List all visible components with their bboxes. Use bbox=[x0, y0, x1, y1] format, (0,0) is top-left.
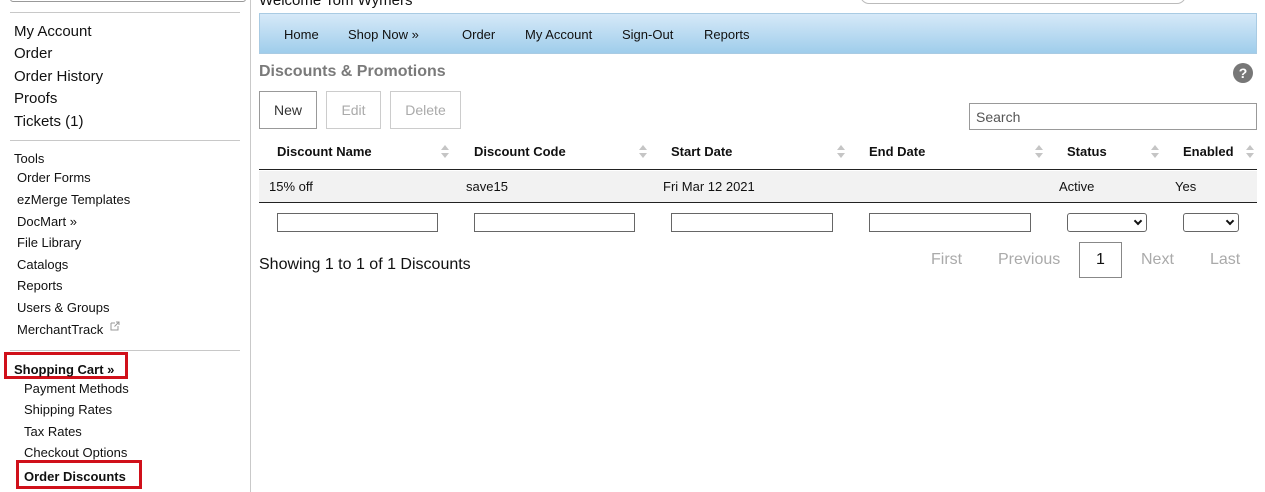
nav-reports[interactable]: Reports bbox=[704, 27, 750, 42]
table-row[interactable]: 15% off save15 Fri Mar 12 2021 Active Ye… bbox=[259, 171, 1257, 203]
chevron-down-icon bbox=[1133, 216, 1143, 226]
sidebar: My Account Order Order History Proofs Ti… bbox=[0, 0, 251, 492]
sort-icon[interactable] bbox=[639, 145, 647, 159]
filter-start-date-input[interactable] bbox=[671, 213, 833, 232]
divider bbox=[10, 350, 240, 351]
sidebar-item-order[interactable]: Order bbox=[14, 45, 52, 62]
pagination-first[interactable]: First bbox=[931, 251, 962, 269]
tools-label: Tools bbox=[14, 151, 45, 166]
cell-enabled: Yes bbox=[1175, 179, 1197, 194]
sidebar-item-catalogs[interactable]: Catalogs bbox=[17, 257, 68, 272]
sidebar-item-proofs[interactable]: Proofs bbox=[14, 90, 57, 107]
search-input[interactable] bbox=[969, 103, 1257, 130]
filter-status-select[interactable] bbox=[1067, 213, 1147, 232]
sort-icon[interactable] bbox=[1035, 145, 1043, 159]
sidebar-item-payment-methods[interactable]: Payment Methods bbox=[24, 381, 129, 396]
sidebar-item-docmart[interactable]: DocMart » bbox=[17, 214, 77, 229]
column-status[interactable]: Status bbox=[1067, 144, 1107, 159]
top-search-field[interactable] bbox=[860, 0, 1186, 4]
nav-sign-out[interactable]: Sign-Out bbox=[622, 27, 673, 42]
sort-icon[interactable] bbox=[1246, 145, 1254, 159]
nav-home[interactable]: Home bbox=[284, 27, 319, 42]
divider bbox=[10, 12, 240, 13]
sidebar-item-my-account[interactable]: My Account bbox=[14, 23, 92, 40]
sidebar-item-ezmerge-templates[interactable]: ezMerge Templates bbox=[17, 192, 130, 207]
nav-order[interactable]: Order bbox=[462, 27, 495, 42]
edit-button[interactable]: Edit bbox=[326, 91, 381, 129]
new-button[interactable]: New bbox=[259, 91, 317, 129]
pagination-current-page[interactable]: 1 bbox=[1079, 242, 1122, 278]
chevron-down-icon bbox=[1225, 216, 1235, 226]
pagination-previous[interactable]: Previous bbox=[998, 251, 1060, 269]
sidebar-item-merchanttrack[interactable]: MerchantTrack bbox=[17, 321, 120, 337]
sidebar-item-file-library[interactable]: File Library bbox=[17, 235, 81, 250]
sidebar-top-field[interactable] bbox=[10, 0, 246, 2]
column-end-date[interactable]: End Date bbox=[869, 144, 925, 159]
column-enabled[interactable]: Enabled bbox=[1183, 144, 1234, 159]
column-discount-name[interactable]: Discount Name bbox=[277, 144, 372, 159]
filter-end-date-input[interactable] bbox=[869, 213, 1031, 232]
sort-icon[interactable] bbox=[1151, 145, 1159, 159]
nav-bar: Home Shop Now » Order My Account Sign-Ou… bbox=[259, 13, 1257, 54]
pagination-last[interactable]: Last bbox=[1210, 251, 1240, 269]
external-link-icon bbox=[110, 321, 120, 331]
showing-count: Showing 1 to 1 of 1 Discounts bbox=[259, 256, 471, 273]
cell-start-date: Fri Mar 12 2021 bbox=[663, 179, 755, 194]
filter-discount-name-input[interactable] bbox=[277, 213, 438, 232]
sidebar-item-tickets[interactable]: Tickets (1) bbox=[14, 113, 83, 130]
cell-discount-name: 15% off bbox=[269, 179, 313, 194]
delete-button[interactable]: Delete bbox=[390, 91, 461, 129]
sidebar-item-users-groups[interactable]: Users & Groups bbox=[17, 300, 109, 315]
page-title: Discounts & Promotions bbox=[259, 63, 446, 80]
pagination-next[interactable]: Next bbox=[1141, 251, 1174, 269]
sidebar-item-tax-rates[interactable]: Tax Rates bbox=[24, 424, 82, 439]
column-start-date[interactable]: Start Date bbox=[671, 144, 732, 159]
nav-my-account[interactable]: My Account bbox=[525, 27, 592, 42]
sidebar-item-checkout-options[interactable]: Checkout Options bbox=[24, 445, 127, 460]
sidebar-item-order-discounts[interactable]: Order Discounts bbox=[16, 460, 142, 489]
help-icon[interactable]: ? bbox=[1233, 63, 1253, 83]
filter-enabled-select[interactable] bbox=[1183, 213, 1239, 232]
sort-icon[interactable] bbox=[441, 145, 449, 159]
sidebar-item-reports[interactable]: Reports bbox=[17, 278, 63, 293]
table-header: Discount Name Discount Code Start Date E… bbox=[259, 137, 1257, 170]
filter-discount-code-input[interactable] bbox=[474, 213, 635, 232]
sidebar-item-label: MerchantTrack bbox=[17, 322, 104, 337]
cell-status: Active bbox=[1059, 179, 1095, 194]
cell-discount-code: save15 bbox=[466, 179, 508, 194]
sidebar-item-order-forms[interactable]: Order Forms bbox=[17, 170, 91, 185]
welcome-text: Welcome Tom Wymers bbox=[259, 0, 413, 9]
sidebar-item-shopping-cart[interactable]: Shopping Cart » bbox=[4, 352, 128, 379]
column-discount-code[interactable]: Discount Code bbox=[474, 144, 566, 159]
sidebar-item-shipping-rates[interactable]: Shipping Rates bbox=[24, 402, 112, 417]
sidebar-item-order-history[interactable]: Order History bbox=[14, 68, 103, 85]
divider bbox=[10, 140, 240, 141]
sort-icon[interactable] bbox=[837, 145, 845, 159]
nav-shop-now[interactable]: Shop Now » bbox=[348, 27, 419, 42]
